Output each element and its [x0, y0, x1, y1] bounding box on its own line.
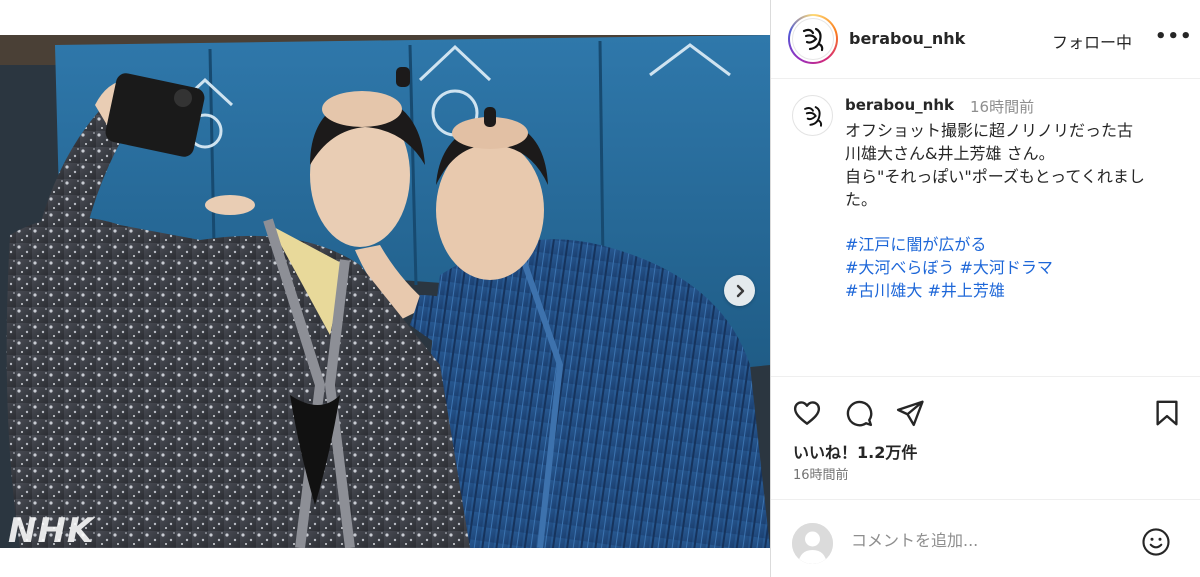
comment-bar — [771, 499, 1200, 577]
caption-section: berabou_nhk 16時間前 オフショット撮影に超ノリノリだった古 川雄大… — [771, 80, 1200, 377]
photo-scene — [0, 35, 770, 548]
post-media: NHK — [0, 0, 770, 577]
chevron-right-icon — [736, 284, 744, 297]
hashtag-link[interactable]: #大河ドラマ — [960, 258, 1053, 277]
following-button[interactable]: フォロー中 — [1052, 29, 1132, 53]
hashtag-link[interactable]: #江戸に闇が広がる — [845, 235, 986, 254]
action-bar: いいね！1.2万件 16時間前 — [771, 378, 1200, 498]
caption-time[interactable]: 16時間前 — [970, 96, 1034, 117]
caption-line: た。 — [845, 190, 878, 209]
header-username[interactable]: berabou_nhk — [849, 29, 965, 48]
nhk-watermark: NHK — [8, 511, 95, 548]
hashtag-link[interactable]: #古川雄大 — [845, 281, 922, 300]
caption-username[interactable]: berabou_nhk — [845, 96, 954, 114]
user-avatar — [792, 523, 833, 564]
caption-avatar[interactable] — [792, 95, 833, 136]
default-avatar-icon — [792, 523, 833, 564]
likes-count[interactable]: いいね！1.2万件 — [793, 439, 917, 463]
share-icon[interactable] — [895, 398, 925, 428]
carousel-next-button[interactable] — [724, 275, 755, 306]
caption-line: オフショット撮影に超ノリノリだった古 — [845, 121, 1134, 140]
caption-line: 自ら"それっぽい"ポーズもとってくれまし — [845, 167, 1145, 186]
caption-text: オフショット撮影に超ノリノリだった古 川雄大さん&井上芳雄 さん。 自ら"それっ… — [845, 119, 1185, 211]
post-header: berabou_nhk フォロー中 ••• — [771, 0, 1200, 79]
hashtags: #江戸に闇が広がる #大河べらぼう #大河ドラマ #古川雄大 #井上芳雄 — [845, 233, 1185, 302]
comment-input[interactable] — [851, 531, 1121, 550]
heart-icon[interactable] — [792, 398, 822, 428]
post-photo[interactable]: NHK — [0, 35, 770, 548]
avatar — [792, 18, 834, 60]
calligraphy-logo-icon — [803, 105, 822, 127]
post-side-panel: berabou_nhk フォロー中 ••• berabou_nhk 16時間前 … — [770, 0, 1200, 577]
calligraphy-logo-icon — [802, 27, 824, 52]
smiley-icon[interactable] — [1141, 527, 1171, 557]
caption-line: 川雄大さん&井上芳雄 さん。 — [845, 144, 1055, 163]
hashtag-link[interactable]: #大河べらぼう — [845, 258, 954, 277]
bookmark-icon[interactable] — [1152, 398, 1182, 428]
story-ring[interactable] — [788, 14, 838, 64]
post-timestamp[interactable]: 16時間前 — [793, 464, 849, 483]
hashtag-link[interactable]: #井上芳雄 — [928, 281, 1005, 300]
more-options-icon[interactable]: ••• — [1155, 26, 1193, 47]
comment-icon[interactable] — [844, 398, 874, 428]
